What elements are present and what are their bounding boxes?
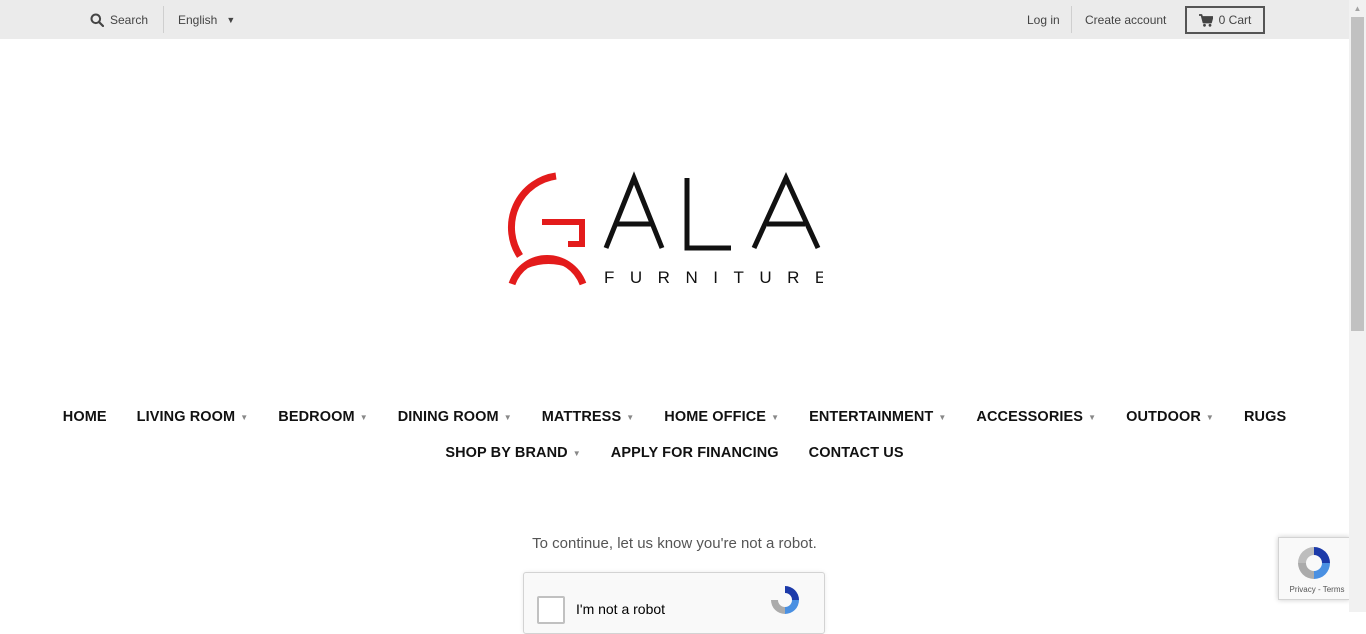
chevron-down-icon: ▼ [771, 412, 780, 422]
recaptcha-badge[interactable]: Privacy - Terms [1278, 537, 1350, 600]
nav-item-living-room[interactable]: LIVING ROOM ▼ [137, 409, 249, 425]
nav-item-apply-for-financing[interactable]: APPLY FOR FINANCING [611, 445, 779, 461]
top-bar: Search English ▼ Log in Create account 0… [0, 0, 1349, 39]
search-icon [90, 13, 104, 27]
chevron-down-icon: ▼ [359, 412, 368, 422]
nav-item-label: MATTRESS [541, 409, 622, 425]
nav-item-label: SHOP BY BRAND [445, 445, 568, 461]
language-select[interactable]: English ▼ [178, 0, 235, 39]
language-value: English [178, 12, 218, 27]
nav-item-contact-us[interactable]: CONTACT US [809, 445, 904, 461]
chevron-down-icon: ▼ [240, 412, 249, 422]
cart-button[interactable]: 0 Cart [1185, 6, 1265, 34]
nav-item-label: CONTACT US [808, 445, 904, 461]
nav-item-label: LIVING ROOM [136, 409, 236, 425]
nav-item-label: RUGS [1243, 409, 1287, 425]
cart-icon [1198, 13, 1213, 27]
nav-item-bedroom[interactable]: BEDROOM ▼ [278, 409, 367, 425]
chevron-down-icon: ▼ [1088, 412, 1097, 422]
nav-item-outdoor[interactable]: OUTDOOR ▼ [1126, 409, 1214, 425]
login-link[interactable]: Log in [1027, 0, 1060, 39]
nav-item-accessories[interactable]: ACCESSORIES ▼ [976, 409, 1096, 425]
nav-item-label: OUTDOOR [1126, 409, 1201, 425]
nav-item-label: ENTERTAINMENT [809, 409, 934, 425]
cart-label: 0 Cart [1218, 13, 1252, 27]
nav-item-rugs[interactable]: RUGS [1244, 409, 1286, 425]
recaptcha-badge-icon [1298, 547, 1330, 579]
recaptcha-widget: I'm not a robot [523, 572, 825, 634]
chevron-down-icon: ▼ [572, 448, 581, 458]
recaptcha-badge-links[interactable]: Privacy - Terms [1279, 585, 1355, 594]
scrollbar-thumb[interactable] [1351, 17, 1364, 331]
nav-item-mattress[interactable]: MATTRESS ▼ [542, 409, 635, 425]
nav-item-label: ACCESSORIES [976, 409, 1084, 425]
chevron-down-icon: ▼ [626, 412, 635, 422]
divider [1071, 6, 1072, 33]
divider [163, 6, 164, 33]
recaptcha-label: I'm not a robot [576, 601, 666, 617]
nav-item-label: HOME [62, 409, 107, 425]
nav-item-label: BEDROOM [278, 409, 355, 425]
nav-item-home-office[interactable]: HOME OFFICE ▼ [664, 409, 779, 425]
chevron-down-icon: ▼ [938, 412, 947, 422]
nav-item-home[interactable]: HOME [63, 409, 107, 425]
search-link[interactable]: Search [90, 0, 148, 39]
nav-item-label: HOME OFFICE [664, 409, 767, 425]
nav-item-label: APPLY FOR FINANCING [610, 445, 779, 461]
nav-item-label: DINING ROOM [397, 409, 499, 425]
nav-item-shop-by-brand[interactable]: SHOP BY BRAND ▼ [445, 445, 580, 461]
chevron-down-icon: ▼ [503, 412, 512, 422]
gala-furniture-logo: FURNITURE [507, 171, 826, 287]
nav-item-entertainment[interactable]: ENTERTAINMENT ▼ [809, 409, 946, 425]
captcha-prompt: To continue, let us know you're not a ro… [532, 535, 817, 552]
main-nav-row-1: HOME LIVING ROOM ▼ BEDROOM ▼ DINING ROOM ▼ MATT… [0, 405, 1349, 429]
recaptcha-checkbox[interactable] [537, 596, 565, 624]
create-account-link[interactable]: Create account [1085, 0, 1166, 39]
page: Search English ▼ Log in Create account 0… [0, 0, 1350, 634]
search-label: Search [110, 12, 149, 27]
page-scrollbar[interactable]: ▲ [1349, 0, 1366, 612]
chevron-down-icon: ▼ [1205, 412, 1214, 422]
main-nav-row-2: SHOP BY BRAND ▼ APPLY FOR FINANCING CONTACT… [0, 441, 1349, 465]
scroll-up-icon[interactable]: ▲ [1349, 0, 1366, 17]
chevron-down-icon: ▼ [226, 14, 236, 25]
store-logo[interactable]: FURNITURE [498, 170, 826, 290]
logo-tagline: FURNITURE [604, 268, 823, 287]
nav-item-dining-room[interactable]: DINING ROOM ▼ [398, 409, 512, 425]
